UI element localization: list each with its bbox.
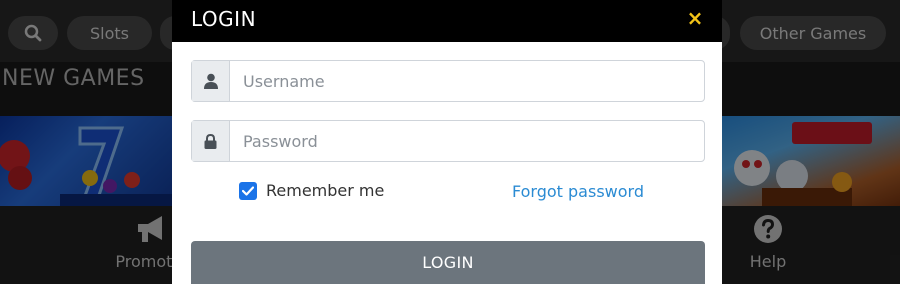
username-addon	[192, 61, 230, 101]
username-field	[191, 60, 705, 102]
user-icon	[203, 73, 218, 89]
modal-title: LOGIN	[191, 7, 257, 31]
password-field	[191, 120, 705, 162]
modal-header: LOGIN ×	[172, 0, 722, 42]
login-button[interactable]: LOGIN	[191, 241, 705, 284]
login-modal: LOGIN × Remember me Forgot password	[172, 0, 722, 284]
password-input[interactable]	[230, 121, 704, 161]
checkmark-icon	[242, 185, 254, 196]
password-addon	[192, 121, 230, 161]
forgot-password-link[interactable]: Forgot password	[512, 182, 644, 201]
close-icon[interactable]: ×	[684, 7, 706, 29]
lock-icon	[204, 133, 217, 149]
remember-checkbox[interactable]	[239, 181, 257, 200]
remember-label: Remember me	[266, 181, 385, 200]
remember-me[interactable]: Remember me	[239, 181, 384, 200]
username-input[interactable]	[230, 61, 704, 101]
